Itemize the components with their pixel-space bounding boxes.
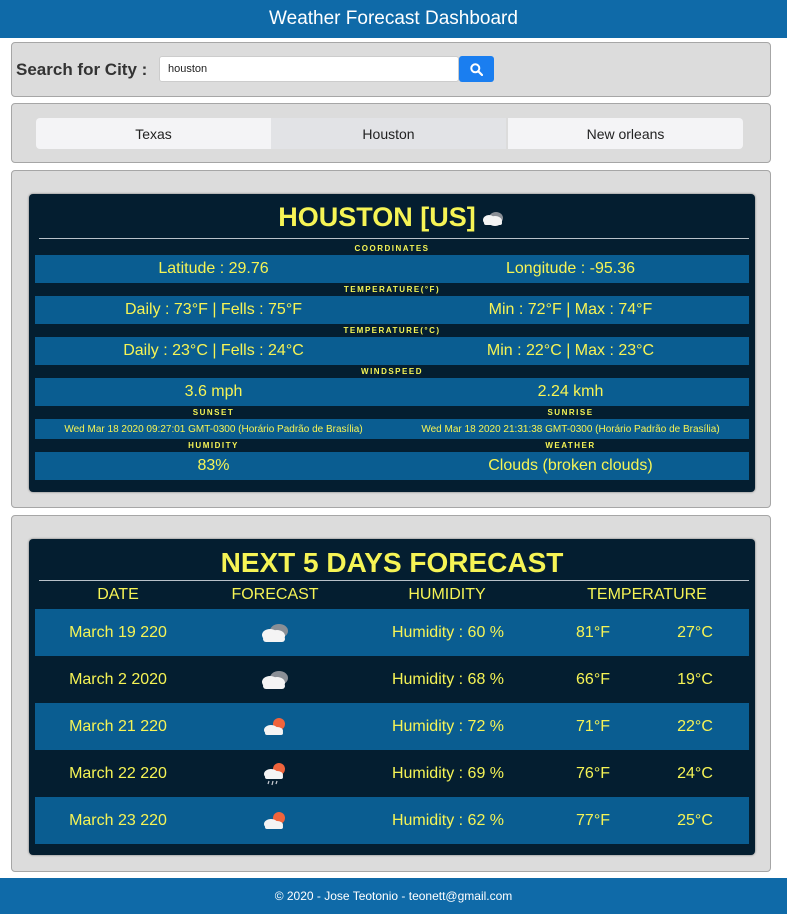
broken-clouds-icon <box>262 623 288 642</box>
tab-label: New orleans <box>586 125 665 142</box>
forecast-row: March 21 220 Humidity : 72 % 71°F 22°C <box>35 703 749 750</box>
temp-c-minmax: Min : 22°C | Max : 23°C <box>486 342 655 359</box>
sun-cloud-icon <box>264 717 285 735</box>
longitude-value: Longitude : -95.36 <box>506 260 635 277</box>
divider <box>39 238 749 239</box>
city-name: HOUSTON [US] <box>278 202 476 232</box>
tab-new-orleans[interactable]: New orleans <box>508 118 743 149</box>
search-icon <box>470 62 483 76</box>
forecast-humidity: Humidity : 62 % <box>391 811 505 829</box>
search-panel: Search for City : <box>11 42 771 97</box>
forecast-temp-f: 71°F <box>576 717 610 735</box>
wind-kmh: 2.24 kmh <box>537 383 604 400</box>
coordinates-label: COORDINATES <box>354 244 430 253</box>
header-forecast: FORECAST <box>231 586 319 603</box>
forecast-temp-c: 22°C <box>677 717 713 735</box>
footer-text: © 2020 - Jose Teotonio - teonett@gmail.c… <box>274 889 513 903</box>
forecast-row: March 22 220 Humidity : 69 % 76°F 24°C <box>35 750 749 797</box>
forecast-temp-f: 66°F <box>576 670 610 688</box>
forecast-icon-cell <box>225 750 325 797</box>
temp-c-daily: Daily : 23°C | Fells : 24°C <box>123 342 304 359</box>
forecast-temp-c: 24°C <box>677 764 713 782</box>
forecast-date: March 22 220 <box>69 764 167 782</box>
sunset-value: Wed Mar 18 2020 09:27:01 GMT-0300 (Horár… <box>64 423 363 435</box>
temperature-f-row: Daily : 73°F | Fells : 75°F Min : 72°F |… <box>35 296 749 324</box>
header-date: DATE <box>97 586 139 603</box>
sunrise-label: SUNRISE <box>547 408 594 417</box>
humidity-weather-row: 83% Clouds (broken clouds) <box>35 452 749 480</box>
search-label: Search for City : <box>16 60 148 79</box>
temperature-c-row: Daily : 23°C | Fells : 24°C Min : 22°C |… <box>35 337 749 365</box>
forecast-icon-cell <box>225 703 325 750</box>
coordinates-row: Latitude : 29.76 Longitude : -95.36 <box>35 255 749 283</box>
city-tabs-panel: Texas Houston New orleans <box>11 103 771 163</box>
forecast-temp-c: 19°C <box>677 670 713 688</box>
sun-times-row: Wed Mar 18 2020 09:27:01 GMT-0300 (Horár… <box>35 419 749 439</box>
tab-houston[interactable]: Houston <box>271 118 506 149</box>
forecast-date: March 19 220 <box>69 623 167 641</box>
header-temperature: TEMPERATURE <box>587 586 707 603</box>
tab-label: Texas <box>135 125 172 142</box>
current-weather-card: HOUSTON [US] COORDINATES Latitude : 29.7… <box>29 194 755 492</box>
search-input[interactable] <box>159 56 459 82</box>
forecast-row: March 2 2020 Humidity : 68 % 66°F 19°C <box>35 656 749 703</box>
forecast-temp-c: 27°C <box>677 623 713 641</box>
tab-label: Houston <box>362 125 415 142</box>
forecast-icon-cell <box>225 656 325 703</box>
forecast-humidity: Humidity : 60 % <box>391 623 505 641</box>
temperature-f-label: TEMPERATURE(°F) <box>343 285 441 294</box>
forecast-icon-cell <box>225 609 325 656</box>
forecast-date: March 21 220 <box>69 717 167 735</box>
app-footer: © 2020 - Jose Teotonio - teonett@gmail.c… <box>0 878 787 914</box>
forecast-temp-f: 77°F <box>576 811 610 829</box>
broken-clouds-icon <box>262 670 288 689</box>
forecast-panel: NEXT 5 DAYS FORECAST DATE FORECAST HUMID… <box>11 515 771 872</box>
forecast-date: March 23 220 <box>69 811 167 829</box>
tab-texas[interactable]: Texas <box>36 118 271 149</box>
sunset-label: SUNSET <box>192 408 235 417</box>
forecast-card: NEXT 5 DAYS FORECAST DATE FORECAST HUMID… <box>29 539 755 855</box>
cloud-icon <box>482 211 503 226</box>
sunrise-value: Wed Mar 18 2020 21:31:38 GMT-0300 (Horár… <box>421 423 720 435</box>
humidity-label: HUMIDITY <box>188 441 239 450</box>
humidity-value: 83% <box>197 457 230 474</box>
header-humidity: HUMIDITY <box>408 586 486 603</box>
forecast-humidity: Humidity : 69 % <box>391 764 505 782</box>
forecast-date: March 2 2020 <box>69 670 167 688</box>
forecast-icon-cell <box>225 797 325 844</box>
page-title: Weather Forecast Dashboard <box>269 8 518 29</box>
forecast-temp-f: 76°F <box>576 764 610 782</box>
temp-f-minmax: Min : 72°F | Max : 74°F <box>488 301 653 318</box>
sun-cloud-rain-icon <box>264 762 285 785</box>
forecast-temp-f: 81°F <box>576 623 610 641</box>
app-header: Weather Forecast Dashboard <box>0 0 787 38</box>
forecast-humidity: Humidity : 68 % <box>391 670 505 688</box>
forecast-row: March 23 220 Humidity : 62 % 77°F 25°C <box>35 797 749 844</box>
forecast-temp-c: 25°C <box>677 811 713 829</box>
forecast-humidity: Humidity : 72 % <box>391 717 505 735</box>
forecast-row: March 19 220 Humidity : 60 % 81°F 27°C <box>35 609 749 656</box>
search-button[interactable] <box>459 56 494 82</box>
wind-mph: 3.6 mph <box>184 383 243 400</box>
weather-value: Clouds (broken clouds) <box>488 457 653 474</box>
windspeed-label: WINDSPEED <box>361 367 423 376</box>
latitude-value: Latitude : 29.76 <box>158 260 269 277</box>
temperature-c-label: TEMPERATURE(°C) <box>343 326 441 335</box>
city-title: HOUSTON [US] <box>29 202 755 233</box>
windspeed-row: 3.6 mph 2.24 kmh <box>35 378 749 406</box>
divider <box>39 580 749 581</box>
temp-f-daily: Daily : 73°F | Fells : 75°F <box>125 301 302 318</box>
forecast-title: NEXT 5 DAYS FORECAST <box>220 547 564 578</box>
sun-cloud-icon <box>264 811 285 829</box>
current-weather-panel: HOUSTON [US] COORDINATES Latitude : 29.7… <box>11 170 771 508</box>
weather-label: WEATHER <box>545 441 596 450</box>
